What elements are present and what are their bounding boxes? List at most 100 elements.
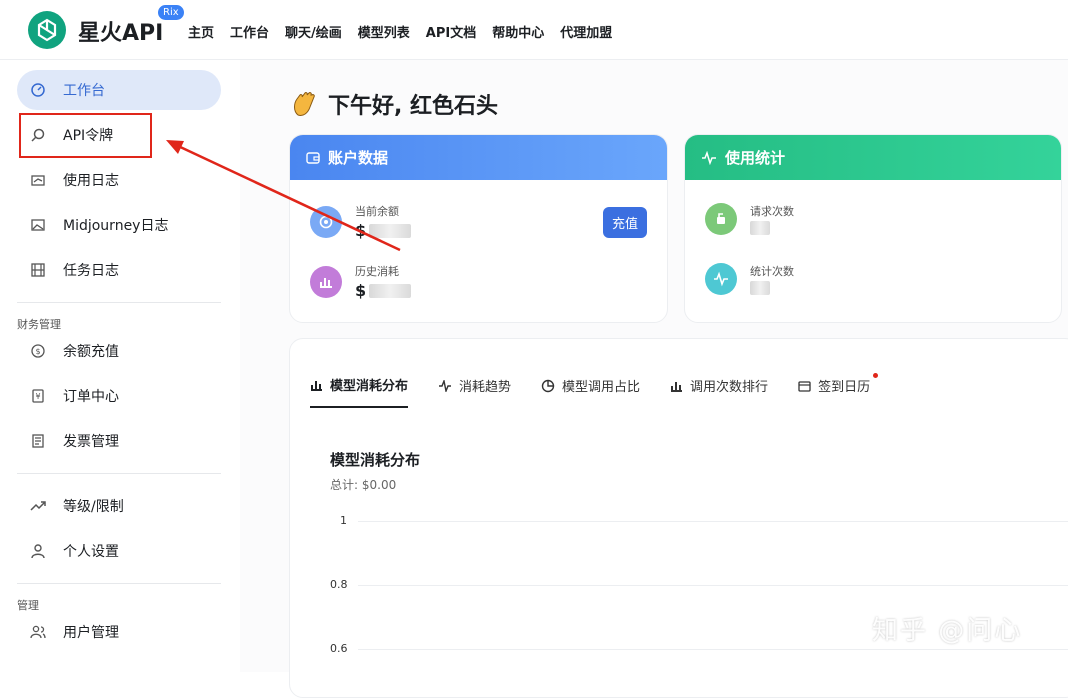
- sidebar-item-label: 工作台: [63, 83, 105, 99]
- openai-logo-icon[interactable]: [28, 11, 66, 49]
- balance-label: 当前余额: [355, 205, 399, 218]
- sidebar-group-admin: 管理: [17, 599, 39, 612]
- activity-icon: [439, 379, 452, 392]
- tab-label: 签到日历: [818, 380, 871, 395]
- trend-icon: [30, 498, 46, 514]
- blurred-value: [750, 221, 770, 235]
- main-nav: 主页 工作台 聊天/绘画 模型列表 API文档 帮助中心 代理加盟: [188, 22, 612, 41]
- nav-api-docs[interactable]: API文档: [426, 22, 476, 41]
- grid-line: [358, 649, 1068, 650]
- grid-line: [358, 585, 1068, 586]
- notification-dot: [873, 373, 879, 378]
- balance-currency: $: [355, 221, 367, 240]
- brand-badge: Rix: [158, 5, 184, 20]
- y-tick-label: 0.8: [330, 578, 348, 591]
- film-icon: [30, 262, 46, 278]
- balance-icon: [310, 205, 342, 238]
- activity-icon: [702, 150, 716, 165]
- history-label: 历史消耗: [355, 265, 399, 278]
- nav-models[interactable]: 模型列表: [358, 22, 410, 41]
- greeting-text: 下午好, 红色石头: [328, 94, 499, 119]
- sidebar-divider: [17, 583, 221, 584]
- coin-icon: $: [30, 343, 46, 359]
- pie-chart-icon: [541, 379, 555, 392]
- sidebar-divider: [17, 302, 221, 303]
- blurred-value: [369, 283, 412, 298]
- log-icon: [30, 172, 46, 188]
- tab-label: 消耗趋势: [459, 380, 512, 395]
- tab-model-consumption[interactable]: 模型消耗分布: [310, 375, 409, 408]
- nav-help[interactable]: 帮助中心: [492, 22, 544, 41]
- grid-line: [358, 521, 1068, 522]
- sidebar-item-label: 用户管理: [63, 625, 119, 641]
- blurred-value: [369, 223, 412, 238]
- tab-label: 调用次数排行: [690, 380, 769, 395]
- main-content: 下午好, 红色石头 账户数据 当前余额 $ 充值 历史消耗 $ 使用统计 请求次…: [240, 60, 1068, 698]
- balance-row: 当前余额 $: [310, 203, 412, 240]
- sidebar-item-label: Midjourney日志: [63, 218, 169, 234]
- yuan-icon: ¥: [30, 388, 46, 404]
- sidebar-item-label: 余额充值: [63, 344, 119, 360]
- sidebar-group-finance: 财务管理: [17, 318, 61, 331]
- sidebar-item-orders[interactable]: ¥ 订单中心: [17, 376, 221, 416]
- sidebar-item-level[interactable]: 等级/限制: [17, 486, 221, 526]
- sidebar-item-invoice[interactable]: 发票管理: [17, 421, 221, 461]
- tab-consumption-trend[interactable]: 消耗趋势: [438, 375, 511, 408]
- sidebar-item-midjourney-log[interactable]: Midjourney日志: [17, 205, 221, 245]
- chart-title: 模型消耗分布: [330, 451, 421, 469]
- requests-row: 请求次数: [705, 203, 794, 235]
- requests-label: 请求次数: [750, 205, 794, 218]
- usage-card-header: 使用统计: [685, 135, 1061, 180]
- recharge-button[interactable]: 充值: [602, 207, 647, 238]
- dashboard-icon: [30, 82, 46, 98]
- sidebar-item-label: 等级/限制: [63, 499, 124, 515]
- bar-chart-icon: [310, 265, 342, 298]
- sidebar-item-settings[interactable]: 个人设置: [17, 531, 221, 571]
- sidebar-item-label: 个人设置: [63, 544, 119, 560]
- account-card-header: 账户数据: [290, 135, 667, 180]
- account-card-title: 账户数据: [328, 149, 389, 167]
- stats-value: [750, 281, 794, 295]
- wave-hand-icon: [294, 92, 315, 116]
- history-row: 历史消耗 $: [310, 263, 412, 300]
- sidebar-item-workspace[interactable]: 工作台: [17, 70, 221, 110]
- nav-agent[interactable]: 代理加盟: [560, 22, 612, 41]
- bar-chart-icon: [671, 381, 683, 392]
- annotation-highlight-box: [19, 113, 152, 158]
- svg-text:¥: ¥: [35, 392, 40, 401]
- pulse-icon: [705, 263, 737, 295]
- y-tick-label: 0.6: [330, 642, 348, 655]
- blurred-value: [750, 281, 770, 295]
- sidebar-item-usage-log[interactable]: 使用日志: [17, 160, 221, 200]
- nav-chat[interactable]: 聊天/绘画: [285, 22, 342, 41]
- sidebar-item-label: 使用日志: [63, 173, 119, 189]
- account-card: 账户数据 当前余额 $ 充值 历史消耗 $: [289, 134, 668, 323]
- requests-value: [750, 221, 794, 235]
- sidebar-item-label: 订单中心: [63, 389, 119, 405]
- sidebar-item-users[interactable]: 用户管理: [17, 612, 221, 652]
- stats-label: 统计次数: [750, 265, 794, 278]
- bar-chart-icon: [311, 380, 322, 391]
- stats-row: 统计次数: [705, 263, 794, 295]
- sidebar-item-recharge[interactable]: $ 余额充值: [17, 331, 221, 371]
- chart-tabs: 模型消耗分布 消耗趋势 模型调用占比 调用次数排行 签到日历: [310, 373, 879, 408]
- tab-checkin-calendar[interactable]: 签到日历: [798, 373, 879, 408]
- sidebar-item-label: 任务日志: [63, 263, 119, 279]
- chart-subtitle: 总计: $0.00: [330, 478, 397, 492]
- users-icon: [30, 624, 46, 640]
- sidebar-item-label: 发票管理: [63, 434, 119, 450]
- sidebar-item-task-log[interactable]: 任务日志: [17, 250, 221, 290]
- refresh-icon: [705, 203, 737, 235]
- top-nav-bar: 星火API Rix 主页 工作台 聊天/绘画 模型列表 API文档 帮助中心 代…: [0, 0, 1068, 60]
- tab-label: 模型消耗分布: [330, 379, 409, 394]
- tab-label: 模型调用占比: [562, 380, 641, 395]
- greeting: 下午好, 红色石头: [290, 88, 498, 120]
- y-tick-label: 1: [340, 514, 347, 527]
- nav-workspace[interactable]: 工作台: [230, 22, 269, 41]
- tab-model-ratio[interactable]: 模型调用占比: [541, 375, 640, 408]
- nav-home[interactable]: 主页: [188, 22, 214, 41]
- sidebar-divider: [17, 473, 221, 474]
- tab-call-ranking[interactable]: 调用次数排行: [670, 375, 768, 408]
- wallet-icon: [306, 151, 320, 164]
- brand-name[interactable]: 星火API: [78, 15, 163, 47]
